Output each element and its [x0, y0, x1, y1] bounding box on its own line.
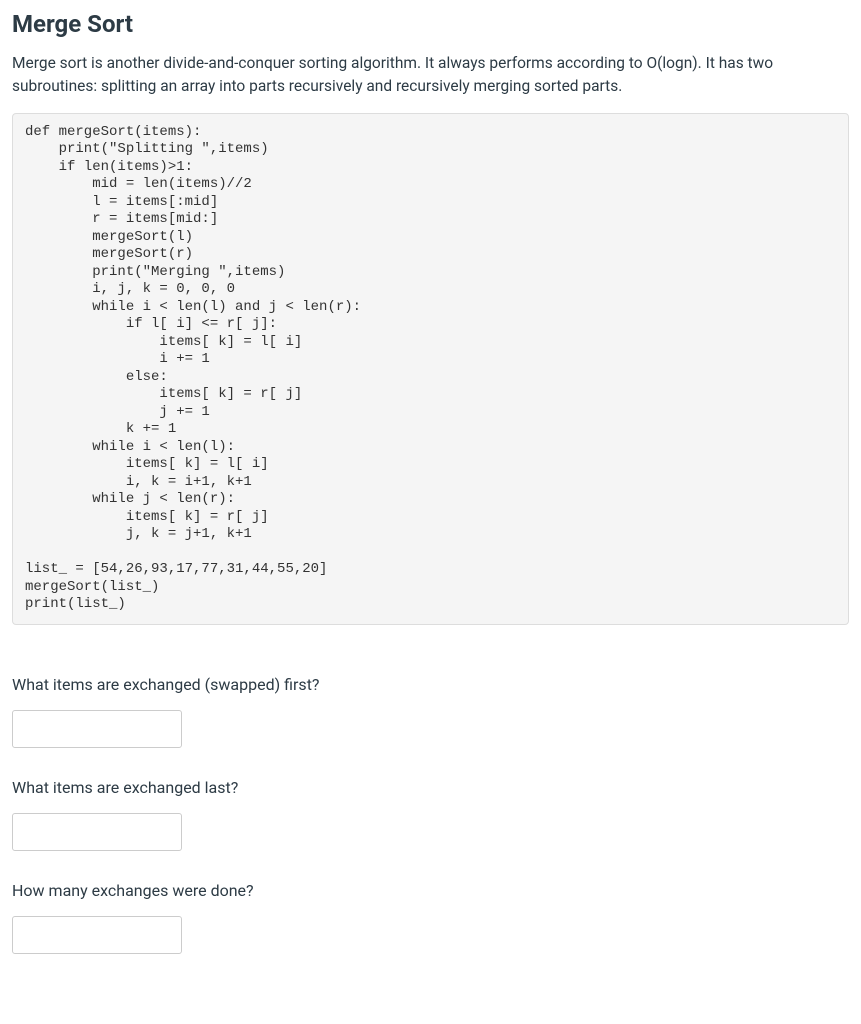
answer-1-input[interactable] [12, 710, 182, 748]
code-block: def mergeSort(items): print("Splitting "… [12, 113, 849, 625]
page-title: Merge Sort [12, 10, 849, 38]
question-2: What items are exchanged last? [12, 778, 849, 851]
question-1-text: What items are exchanged (swapped) first… [12, 675, 849, 694]
answer-2-input[interactable] [12, 813, 182, 851]
question-3: How many exchanges were done? [12, 881, 849, 954]
question-1: What items are exchanged (swapped) first… [12, 675, 849, 748]
question-2-text: What items are exchanged last? [12, 778, 849, 797]
question-3-text: How many exchanges were done? [12, 881, 849, 900]
answer-3-input[interactable] [12, 916, 182, 954]
intro-paragraph: Merge sort is another divide-and-conquer… [12, 52, 849, 99]
